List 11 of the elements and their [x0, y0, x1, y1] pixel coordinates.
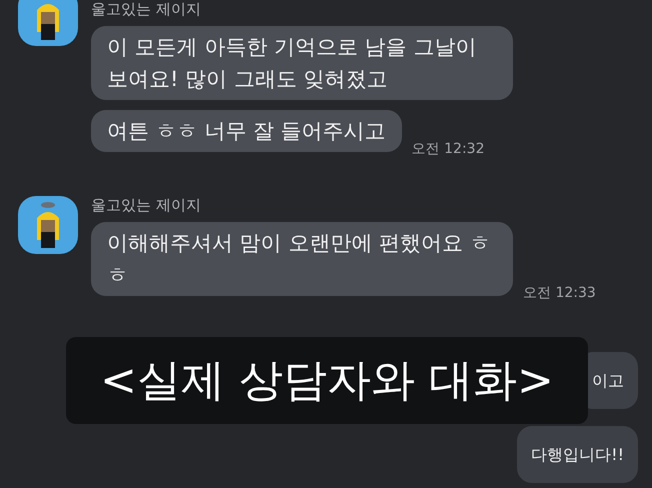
- message-time: 오전 12:33: [523, 284, 596, 302]
- message-bubble: 이 모든게 아득한 기억으로 남을 그날이 보여요! 많이 그래도 잊혀졌고: [91, 26, 513, 100]
- avatar-icon[interactable]: [18, 196, 78, 254]
- sender-name: 울고있는 제이지: [91, 0, 202, 18]
- message-bubble: 여튼 ㅎㅎ 너무 잘 들어주시고: [91, 110, 402, 152]
- message-time: 오전 12:32: [412, 140, 484, 158]
- message-bubble: 다행입니다!!: [517, 426, 638, 483]
- message-bubble: 이해해주셔서 맘이 오랜만에 편했어요 ㅎㅎ: [91, 222, 513, 296]
- sender-name: 울고있는 제이지: [91, 196, 202, 214]
- caption-banner: <실제 상담자와 대화>: [66, 337, 588, 424]
- avatar-icon[interactable]: [18, 0, 78, 46]
